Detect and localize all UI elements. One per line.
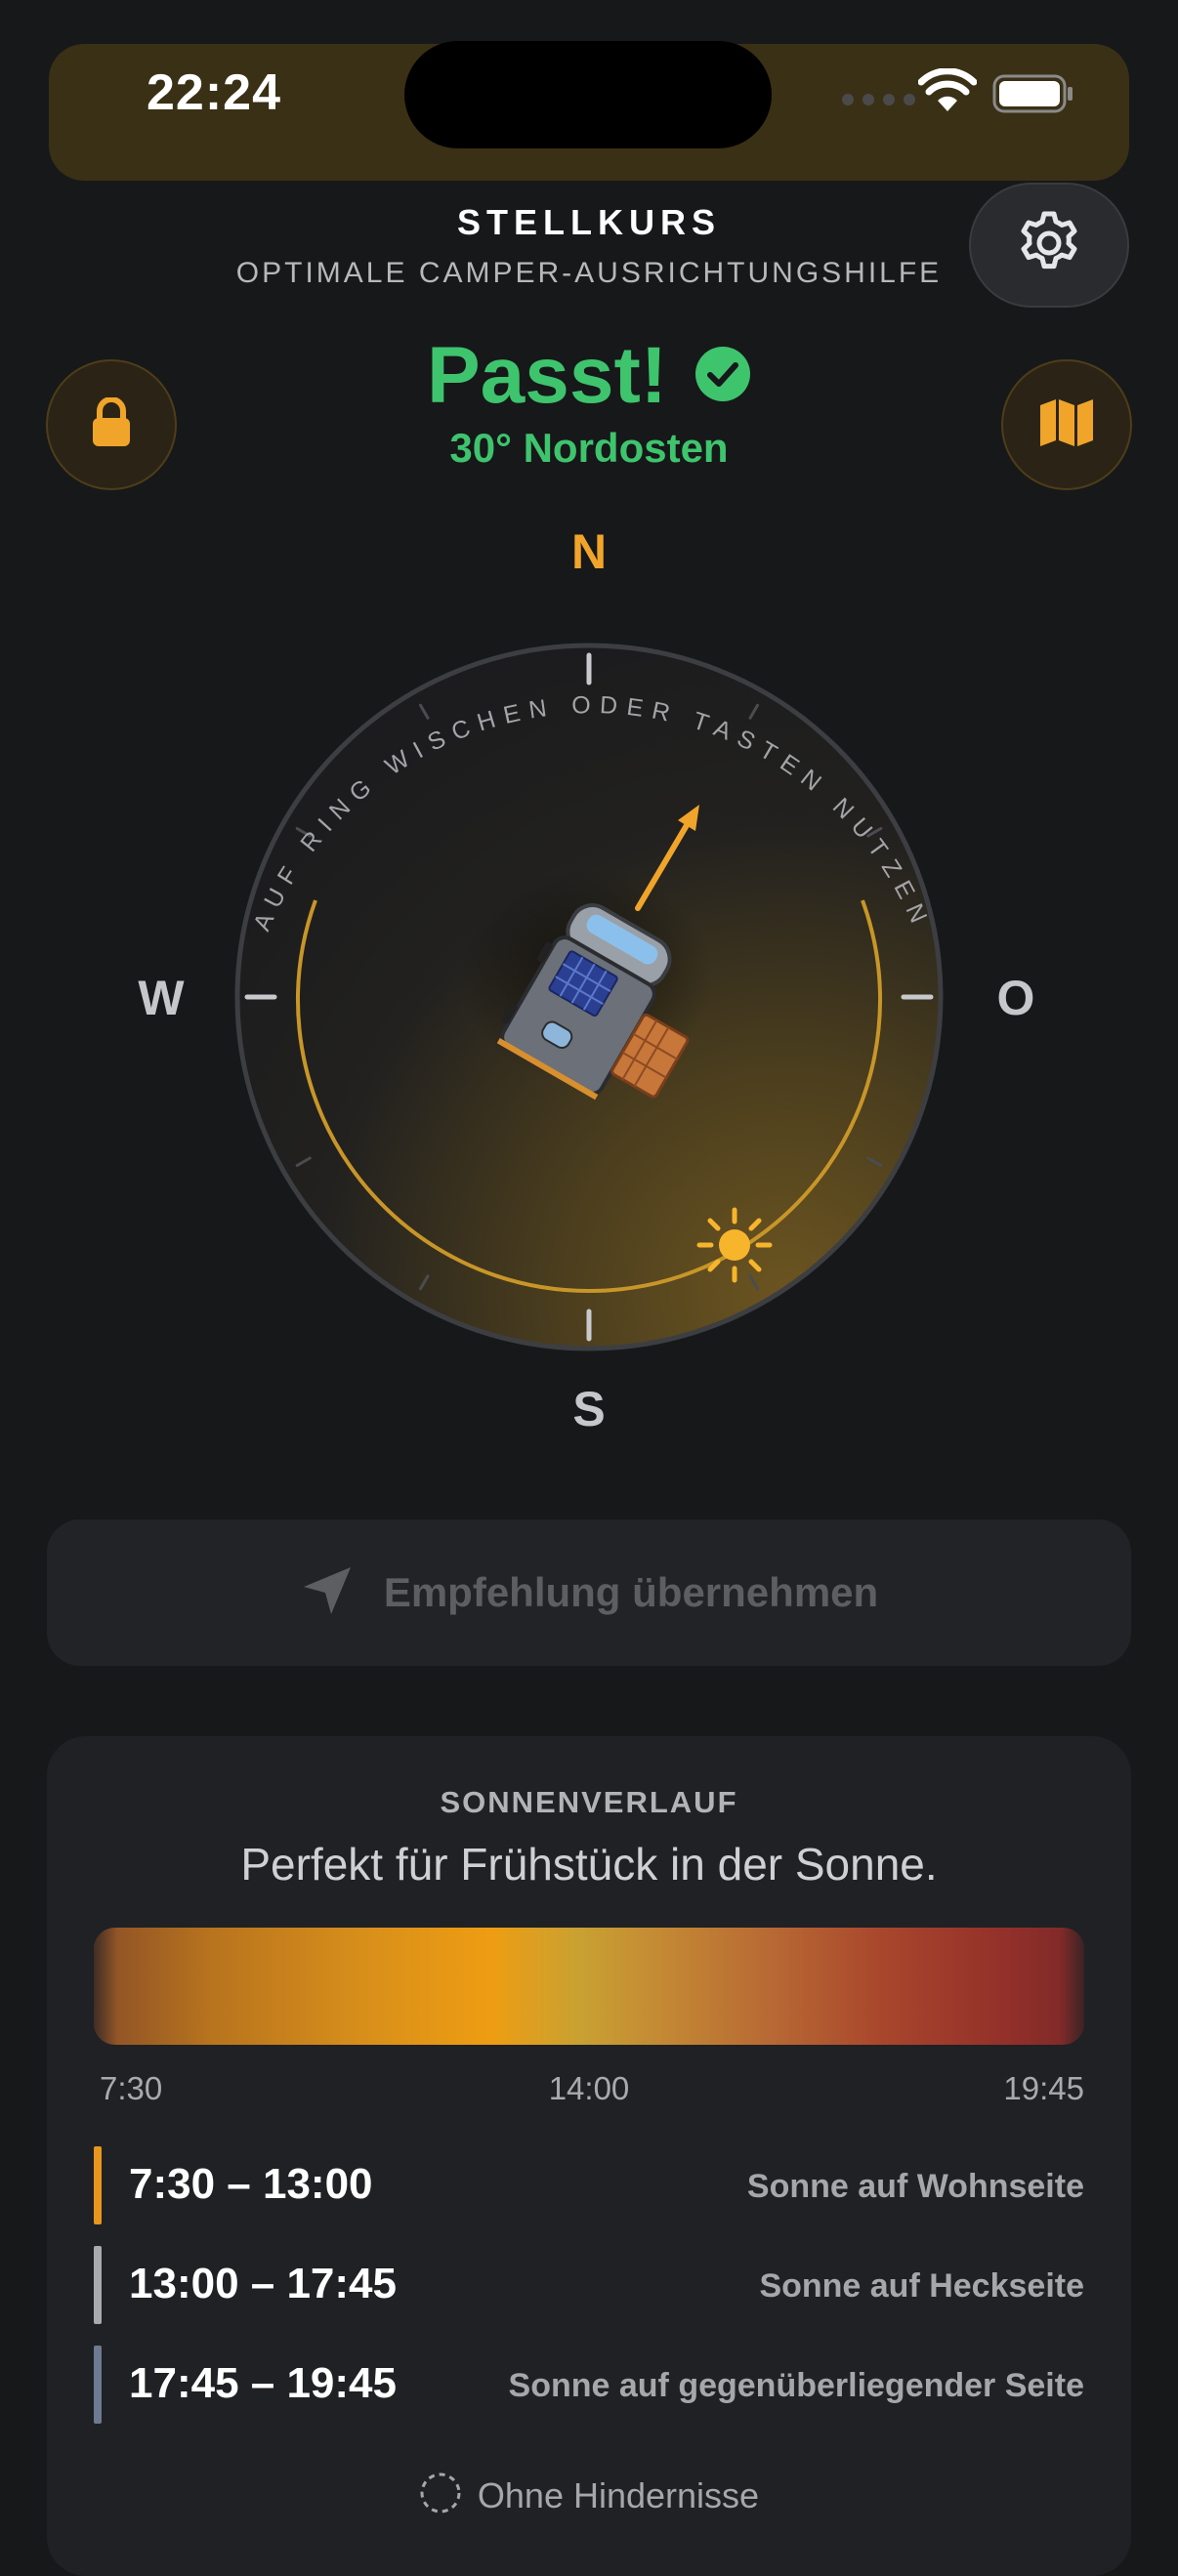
wifi-icon: [917, 67, 978, 118]
sun-phase-row: 13:00 – 17:45 Sonne auf Heckseite: [94, 2246, 1084, 2324]
sun-phase-description: Sonne auf Wohnseite: [746, 2168, 1084, 2205]
sun-phase-color-bar: [94, 2246, 102, 2324]
cardinal-east: O: [997, 971, 1035, 1025]
sun-phase-time: 13:00 – 17:45: [129, 2260, 397, 2307]
alignment-status: Passt!: [0, 330, 1178, 422]
sun-phase-row: 17:45 – 19:45 Sonne auf gegenüberliegend…: [94, 2346, 1084, 2424]
dashed-circle-icon: [419, 2472, 462, 2519]
sun-phase-color-bar: [94, 2146, 102, 2224]
sun-card-subtitle: Perfekt für Frühstück in der Sonne.: [240, 1839, 938, 1890]
sun-phase-color-bar: [94, 2346, 102, 2424]
sun-phase-description: Sonne auf gegenüberliegender Seite: [508, 2367, 1084, 2404]
sun-phase-time: 7:30 – 13:00: [129, 2160, 373, 2208]
alignment-detail: 30° Nordosten: [449, 425, 729, 471]
signal-dots-icon: [842, 94, 915, 105]
cardinal-south: S: [572, 1382, 605, 1436]
settings-button[interactable]: [969, 183, 1129, 308]
sun-card-title: SONNENVERLAUF: [440, 1785, 738, 1819]
sun-course-card: SONNENVERLAUF Perfekt für Frühstück in d…: [47, 1736, 1131, 2576]
sun-position-icon: [696, 1207, 773, 1283]
timeline-mid-label: 14:00: [548, 2070, 630, 2106]
sun-phase-description: Sonne auf Heckseite: [759, 2267, 1084, 2305]
obstacle-label: Ohne Hindernisse: [477, 2474, 760, 2515]
timeline-end-label: 19:45: [1003, 2070, 1084, 2106]
checkmark-icon: [694, 330, 751, 422]
apply-recommendation-button[interactable]: Empfehlung übernehmen: [47, 1519, 1131, 1666]
battery-icon: [992, 74, 1074, 118]
apply-recommendation-label: Empfehlung übernehmen: [383, 1569, 879, 1615]
dynamic-island: [404, 41, 772, 148]
alignment-status-label: Passt!: [426, 331, 668, 420]
timeline-start-label: 7:30: [100, 2070, 163, 2106]
status-time: 22:24: [147, 64, 281, 121]
sun-timeline-bar: [94, 1928, 1084, 2045]
compass[interactable]: AUF RING WISCHEN ODER TASTEN NUTZEN N O …: [0, 524, 1178, 1465]
sun-phase-time: 17:45 – 19:45: [129, 2359, 397, 2407]
cardinal-north: N: [571, 527, 607, 579]
sun-phase-row: 7:30 – 13:00 Sonne auf Wohnseite: [94, 2146, 1084, 2224]
cardinal-west: W: [138, 971, 185, 1025]
gear-icon: [1014, 208, 1084, 283]
obstacle-toggle[interactable]: Ohne Hindernisse: [47, 2472, 1131, 2519]
location-arrow-icon: [300, 1563, 355, 1623]
